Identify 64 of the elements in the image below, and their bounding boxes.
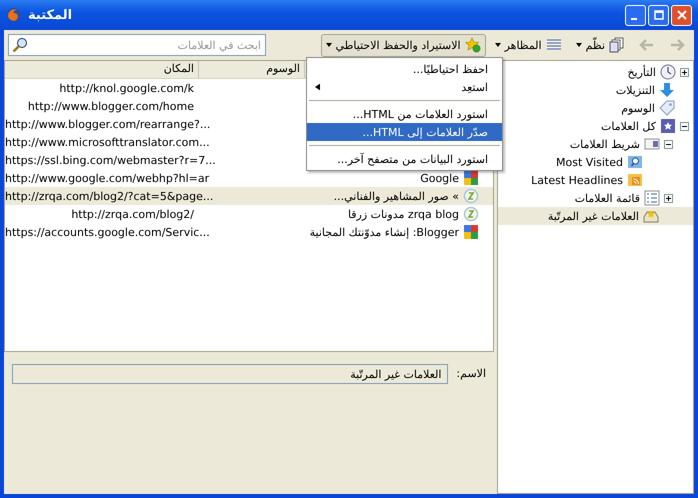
tag-icon bbox=[659, 100, 675, 116]
bookmark-location: http://zrqa.com/blog2/ bbox=[70, 208, 195, 220]
collapse-icon[interactable] bbox=[664, 140, 673, 148]
minimize-button[interactable] bbox=[625, 4, 646, 26]
bookmark-name: Blogger: إنشاء مدوّنتك المجانية bbox=[310, 226, 459, 238]
feed-folder-icon bbox=[627, 172, 643, 188]
arrow-left-icon bbox=[639, 37, 655, 53]
caret-icon bbox=[576, 43, 582, 47]
bookmark-name: Google bbox=[420, 172, 459, 184]
maximize-icon bbox=[654, 10, 664, 20]
magnifier-folder-icon bbox=[627, 154, 643, 170]
views-button[interactable]: المظاهر bbox=[490, 34, 567, 56]
name-field[interactable]: العلامات غير المرتّبة bbox=[12, 364, 448, 384]
bookmark-location: http://www.google.com/webhp?hl=ar bbox=[5, 172, 210, 184]
arrow-right-icon bbox=[669, 37, 685, 53]
expand-icon[interactable] bbox=[680, 68, 689, 76]
column-header[interactable]: الوسوم bbox=[198, 61, 305, 78]
arrow-down-icon bbox=[659, 82, 675, 98]
bookmark-name: » صور المشاهير والفناني... bbox=[334, 190, 459, 202]
tree-item-label: شريط العلامات bbox=[570, 138, 640, 150]
tree-item-label: الوسوم bbox=[621, 102, 655, 114]
column-header[interactable]: المكان bbox=[5, 61, 198, 78]
tree-item[interactable]: Latest Headlines bbox=[498, 171, 693, 189]
tree-item[interactable]: قائمة العلامات bbox=[498, 189, 693, 207]
close-button[interactable] bbox=[671, 4, 692, 26]
name-label: الاسم: bbox=[456, 367, 486, 380]
tree-item-label: التنزيلات bbox=[616, 84, 655, 96]
maximize-button[interactable] bbox=[648, 4, 669, 26]
star-folder-icon bbox=[660, 118, 676, 134]
tree-item-label: قائمة العلامات bbox=[574, 192, 640, 204]
tree-item-label: Most Visited bbox=[556, 156, 623, 168]
search-icon bbox=[12, 37, 28, 53]
tree-item-label: كل العلامات bbox=[601, 120, 656, 132]
tree-item-label: العلامات غير المرتّبة bbox=[548, 210, 639, 222]
circle-z-icon bbox=[463, 188, 479, 204]
bookmark-name: zrqa blog مدونات زرقا bbox=[348, 208, 459, 220]
list-icon bbox=[644, 190, 660, 206]
colored-squares-icon bbox=[463, 170, 479, 186]
star-refresh-icon bbox=[464, 37, 481, 53]
organize-button[interactable]: نظّم bbox=[570, 34, 630, 56]
bookmark-row[interactable]: http://www.google.com/webhp?hl=ar Google bbox=[5, 169, 493, 187]
window-title: المكتبة bbox=[28, 8, 72, 22]
search-field[interactable]: ابحث في العلامات bbox=[8, 34, 266, 56]
pages-icon bbox=[609, 37, 625, 53]
tree-item[interactable]: العلامات غير المرتّبة bbox=[498, 207, 693, 225]
caret-icon bbox=[494, 43, 501, 47]
browser-logo-icon bbox=[6, 7, 22, 23]
menu-item[interactable]: صدّر العلامات إلى HTML... bbox=[307, 123, 502, 141]
tree-item-label: Latest Headlines bbox=[531, 174, 623, 186]
import-backup-button[interactable]: الاستيراد والحفظ الاحتياطي bbox=[320, 34, 486, 56]
toolbar-folder-icon bbox=[644, 136, 660, 152]
close-icon bbox=[676, 10, 686, 20]
star-tray-icon bbox=[643, 208, 659, 224]
bookmark-location: http://zrqa.com/blog2/?cat=5&page... bbox=[5, 190, 214, 202]
submenu-arrow-icon bbox=[315, 83, 320, 91]
minimize-icon bbox=[631, 18, 637, 20]
caret-icon bbox=[326, 43, 332, 47]
tree-item-label: التأريخ bbox=[627, 66, 656, 78]
clock-icon bbox=[660, 64, 676, 80]
circle-z-icon bbox=[463, 206, 479, 222]
bookmark-location: https://accounts.google.com/Servic... bbox=[5, 226, 211, 238]
expand-icon[interactable] bbox=[664, 194, 673, 202]
collapse-icon[interactable] bbox=[680, 122, 689, 130]
colored-squares-icon bbox=[463, 224, 479, 240]
